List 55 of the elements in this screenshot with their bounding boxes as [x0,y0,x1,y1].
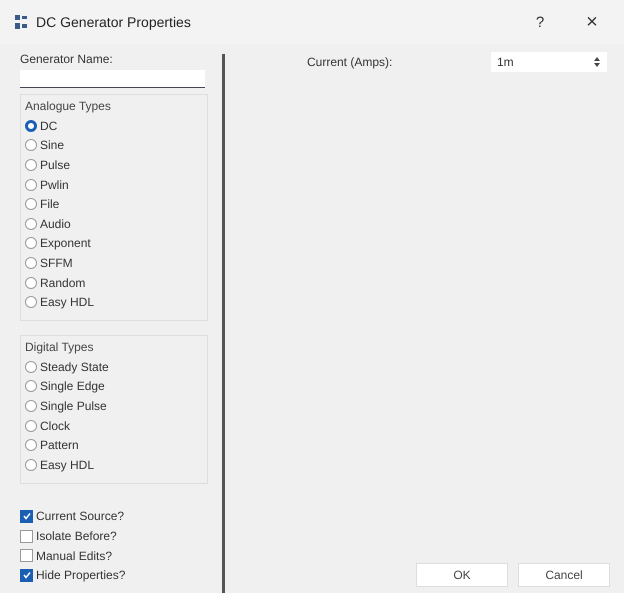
checkbox-label: Current Source? [36,509,124,524]
radio-label: Pulse [40,158,70,172]
radio-button[interactable] [25,158,37,171]
ok-button[interactable]: OK [416,563,508,587]
radio-label: Easy HDL [40,295,94,310]
name-input-field[interactable] [20,70,205,88]
spin-arrows-icon[interactable] [593,56,601,68]
group-title: Analogue Types [25,99,112,113]
group-title: Digital Types [25,340,94,354]
radio-label: Single Edge [40,379,105,394]
checkbox[interactable] [20,549,33,562]
radio-label: DC [40,118,58,133]
radio-button[interactable] [25,120,37,132]
radio-label: Easy HDL [40,458,94,472]
radio-button[interactable] [25,198,37,210]
current-spin-field[interactable]: 1m [491,52,607,72]
radio-button[interactable] [25,276,37,289]
radio-label: File [40,197,60,212]
radio-button[interactable] [25,420,37,432]
generator-icon [14,14,28,30]
radio-label: Steady State [40,360,109,374]
radio-label: Pwlin [40,178,69,192]
help-button[interactable]: ? [518,7,562,37]
checkbox[interactable] [20,530,33,543]
checkbox[interactable] [20,510,33,523]
radio-button[interactable] [25,256,37,269]
field-label: Generator Name: [20,52,114,66]
close-button[interactable]: × [570,7,614,37]
radio-button[interactable] [25,360,37,373]
radio-label: Single Pulse [40,398,107,413]
radio-label: Sine [40,138,64,152]
radio-label: Random [40,276,86,290]
radio-button[interactable] [25,380,37,392]
radio-button[interactable] [25,439,37,452]
checkmark-icon [22,511,32,522]
checkbox-label: Manual Edits? [36,548,112,563]
radio-button[interactable] [25,458,37,471]
radio-button[interactable] [25,218,37,230]
radio-label: Exponent [40,236,91,250]
radio-label: Clock [40,418,70,433]
radio-button[interactable] [25,139,37,152]
radio-label: SFFM [40,256,73,270]
checkmark-icon [22,570,32,580]
window-title: DC Generator Properties [36,14,191,30]
radio-button[interactable] [25,400,37,412]
checkbox-label: Isolate Before? [36,529,117,544]
radio-button[interactable] [25,237,37,250]
checkbox[interactable] [20,568,33,582]
radio-label: Pattern [40,438,79,452]
checkbox-label: Hide Properties? [36,568,126,582]
cancel-button[interactable]: Cancel [518,563,610,587]
radio-button[interactable] [25,178,37,191]
radio-label: Audio [40,216,71,231]
field-label: Current (Amps): [307,55,394,69]
radio-button[interactable] [25,296,37,308]
